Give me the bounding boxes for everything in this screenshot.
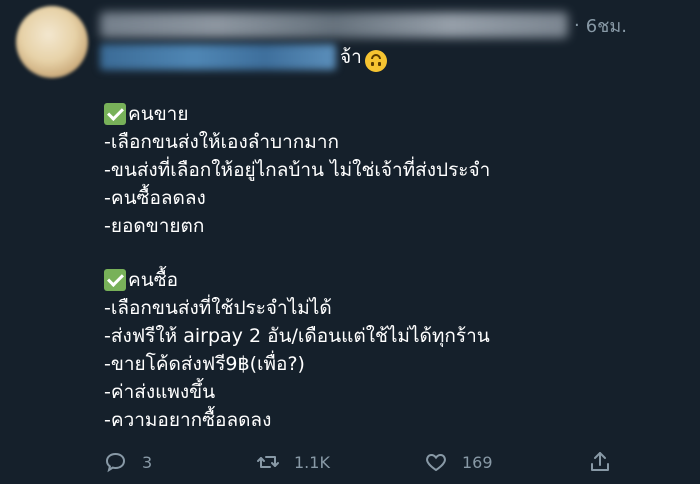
reply-button[interactable]: 3	[104, 450, 152, 474]
list-item: -คนซื้อลดลง	[104, 187, 206, 209]
share-icon	[591, 452, 609, 471]
author-name-redacted[interactable]	[100, 12, 568, 38]
retweet-icon	[257, 456, 279, 468]
buyer-section: คนซื้อ -เลือกขนส่งที่ใช้ประจำไม่ได้ -ส่ง…	[104, 266, 490, 434]
check-mark-icon	[104, 103, 126, 125]
retweet-count: 1.1K	[294, 452, 330, 472]
like-button[interactable]: 169	[424, 450, 493, 474]
list-item: -ยอดขายตก	[104, 215, 205, 237]
list-item: -ขายโค้ดส่งฟรี9฿(เพื่อ?)	[104, 353, 305, 375]
upside-down-face-emoji	[364, 50, 387, 72]
check-mark-icon	[104, 269, 126, 291]
retweet-button[interactable]: 1.1K	[256, 450, 330, 474]
list-item: -ส่งฟรีให้ airpay 2 อัน/เดือนแต่ใช้ไม่ได…	[104, 325, 490, 347]
tweet-header: · 6ชม.	[100, 10, 684, 40]
tweet[interactable]: · 6ชม. ··· จ้า คนขาย -เลือกขนส่งให้เองลำ…	[0, 0, 700, 484]
seller-section: คนขาย -เลือกขนส่งให้เองลำบากมาก -ขนส่งที…	[104, 100, 490, 240]
section-title: คนขาย	[104, 100, 490, 128]
mention-suffix: จ้า	[340, 46, 362, 68]
mention-redacted[interactable]	[100, 44, 336, 70]
section-title: คนซื้อ	[104, 266, 490, 294]
section-title-text: คนขาย	[128, 103, 189, 125]
separator-dot: ·	[574, 14, 580, 36]
list-item: -เลือกขนส่งที่ใช้ประจำไม่ได้	[104, 297, 332, 319]
tweet-actions: 3 1.1K 169	[100, 446, 620, 478]
like-count: 169	[462, 452, 493, 472]
reply-count: 3	[142, 452, 153, 472]
section-title-text: คนซื้อ	[128, 269, 179, 291]
like-icon	[426, 453, 446, 472]
list-item: -เลือกขนส่งให้เองลำบากมาก	[104, 131, 339, 153]
list-item: -ค่าส่งแพงขึ้น	[104, 381, 216, 403]
list-item: -ขนส่งที่เลือกให้อยู่ไกลบ้าน ไม่ใช่เจ้าท…	[104, 159, 491, 181]
reply-icon	[105, 452, 126, 473]
list-item: -ความอยากซื้อลดลง	[104, 409, 272, 431]
timestamp[interactable]: 6ชม.	[586, 11, 627, 40]
share-button[interactable]	[588, 450, 612, 474]
avatar[interactable]	[16, 6, 88, 78]
mention-row: จ้า	[100, 42, 387, 72]
